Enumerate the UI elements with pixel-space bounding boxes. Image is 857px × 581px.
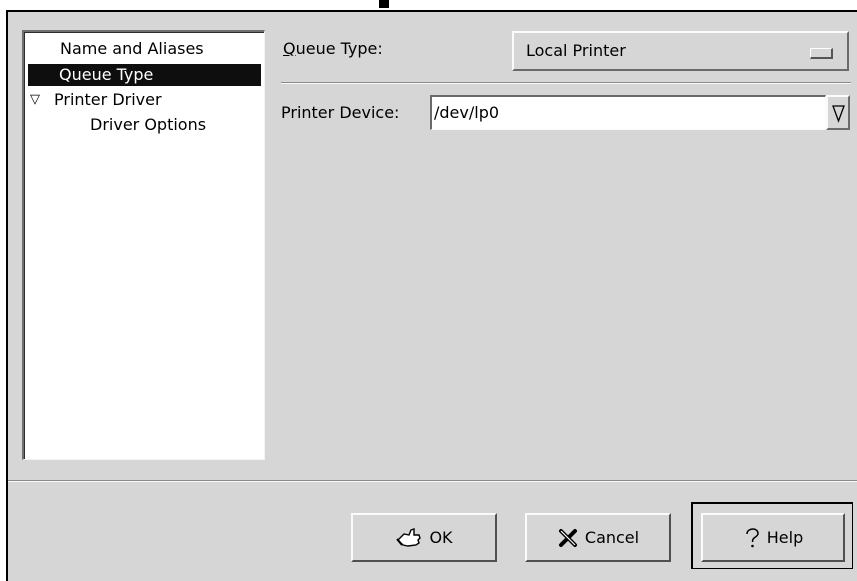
question-mark-icon (746, 527, 759, 547)
ok-button-label: OK (429, 528, 453, 547)
expander-triangle-icon[interactable]: ▽ (30, 89, 40, 111)
ok-button[interactable]: OK (351, 513, 497, 562)
option-menu-indicator-icon (810, 48, 833, 59)
tree-item-label: Name and Aliases (60, 39, 204, 58)
category-tree[interactable]: Name and Aliases Queue Type ▽ Printer Dr… (22, 30, 265, 460)
tree-item-name-and-aliases[interactable]: Name and Aliases (60, 38, 204, 60)
help-button-label: Help (766, 528, 804, 547)
down-triangle-icon (832, 105, 845, 123)
tree-item-label: Printer Driver (54, 90, 162, 109)
tree-item-printer-driver[interactable]: ▽ Printer Driver (24, 89, 254, 111)
queue-type-value: Local Printer (526, 41, 626, 60)
queue-type-label: Queue Type: (283, 39, 383, 58)
printer-device-field[interactable] (430, 95, 826, 130)
printer-device-dropdown-button[interactable] (826, 95, 850, 130)
button-area-separator (8, 480, 857, 482)
queue-type-select[interactable]: Local Printer (512, 31, 849, 71)
cancel-x-icon (558, 528, 577, 547)
tree-item-driver-options[interactable]: Driver Options (90, 114, 206, 136)
cancel-button-label: Cancel (584, 528, 640, 547)
tree-item-queue-type[interactable]: Queue Type (28, 64, 261, 86)
tree-item-label: Driver Options (90, 115, 207, 134)
ok-hand-icon (396, 527, 422, 547)
separator (281, 82, 851, 84)
printer-device-input[interactable] (434, 100, 819, 124)
printer-device-label: Printer Device: (281, 103, 400, 122)
window-title-fragment (379, 0, 389, 8)
cancel-button[interactable]: Cancel (525, 513, 671, 562)
tree-item-label: Queue Type (59, 65, 154, 84)
help-button[interactable]: Help (701, 513, 845, 562)
